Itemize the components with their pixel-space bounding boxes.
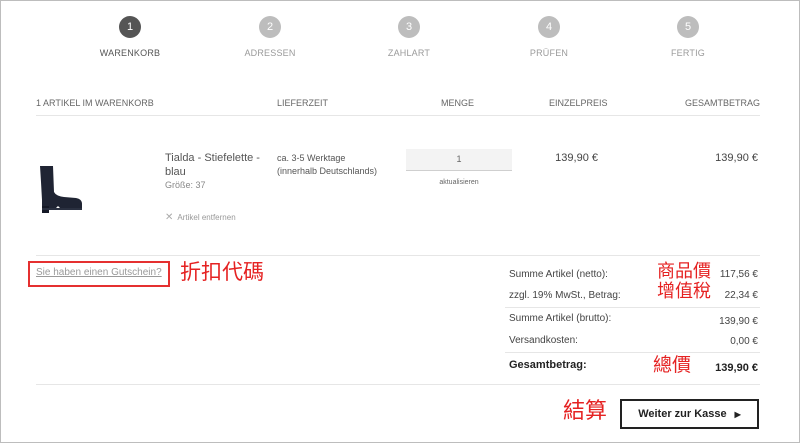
delivery-line2: (innerhalb Deutschlands) (277, 166, 378, 176)
divider (505, 352, 760, 353)
divider (36, 115, 760, 116)
coupon-link[interactable]: Sie haben einen Gutschein? (36, 267, 162, 278)
remove-item-link[interactable]: ✕ Artikel entfernen (165, 212, 236, 223)
cart-table-header: 1 ARTIKEL IM WARENKORB LIEFERZEIT MENGE … (36, 98, 760, 114)
header-unit-price: EINZELPREIS (549, 98, 608, 108)
step-number: 4 (538, 16, 560, 38)
step-number: 1 (119, 16, 141, 38)
delivery-line1: ca. 3-5 Werktage (277, 153, 346, 163)
header-total: GESAMTBETRAG (684, 98, 760, 108)
step-label: WARENKORB (99, 48, 161, 58)
checkout-button[interactable]: Weiter zur Kasse ▶ (620, 399, 759, 429)
product-image[interactable] (34, 162, 90, 216)
quantity-input[interactable]: 1 (406, 149, 512, 171)
net-label: Summe Artikel (netto): (509, 269, 608, 280)
shipping-value: 0,00 € (730, 336, 758, 347)
delivery-time: ca. 3-5 Werktage (innerhalb Deutschlands… (277, 152, 387, 178)
item-total-price: 139,90 € (715, 152, 758, 164)
step-zahlart[interactable]: 3 ZAHLART (349, 16, 469, 58)
step-pruefen[interactable]: 4 PRÜFEN (489, 16, 609, 58)
step-number: 3 (398, 16, 420, 38)
coupon-highlight-box: Sie haben einen Gutschein? (28, 261, 170, 287)
grand-total-label: Gesamtbetrag: (509, 359, 587, 371)
step-label: ADRESSEN (244, 48, 296, 58)
update-quantity-link[interactable]: aktualisieren (406, 179, 512, 186)
grand-total-value: 139,90 € (715, 362, 758, 374)
header-quantity: MENGE (441, 98, 475, 108)
gross-value: 139,90 € (719, 316, 758, 327)
gross-label: Summe Artikel (brutto): (509, 313, 612, 324)
divider (36, 384, 760, 385)
checkout-annotation: 結算 (563, 399, 608, 424)
unit-price: 139,90 € (555, 152, 598, 164)
checkout-stepper: 1 WARENKORB 2 ADRESSEN 3 ZAHLART 4 PRÜFE… (0, 16, 800, 66)
net-value: 117,56 € (719, 269, 758, 280)
shipping-label: Versandkosten: (509, 335, 578, 346)
step-label: PRÜFEN (529, 48, 569, 58)
page-frame (0, 0, 800, 443)
ankle-boot-icon (40, 166, 82, 213)
checkout-button-label: Weiter zur Kasse (638, 408, 727, 420)
vat-label: zzgl. 19% MwSt., Betrag: (509, 290, 621, 301)
header-items: 1 ARTIKEL IM WARENKORB (36, 98, 154, 108)
total-annotation: 總價 (653, 354, 692, 376)
coupon-annotation: 折扣代碼 (180, 260, 264, 284)
step-number: 2 (259, 16, 281, 38)
product-name-line2: blau (165, 166, 186, 178)
divider (505, 307, 760, 308)
product-name-line1: Tialda - Stiefelette - (165, 152, 260, 164)
product-name[interactable]: Tialda - Stiefelette - blau (165, 151, 260, 179)
step-adressen[interactable]: 2 ADRESSEN (210, 16, 330, 58)
step-label: ZAHLART (387, 48, 431, 58)
product-size: Größe: 37 (165, 180, 206, 190)
header-delivery: LIEFERZEIT (277, 98, 329, 108)
step-label: FERTIG (670, 48, 706, 58)
step-fertig[interactable]: 5 FERTIG (628, 16, 748, 58)
step-warenkorb[interactable]: 1 WARENKORB (70, 16, 190, 58)
play-arrow-icon: ▶ (734, 410, 741, 419)
step-number: 5 (677, 16, 699, 38)
divider (36, 255, 760, 256)
remove-label: Artikel entfernen (177, 213, 236, 222)
vat-value: 22,34 € (724, 290, 758, 301)
close-icon: ✕ (165, 212, 174, 223)
